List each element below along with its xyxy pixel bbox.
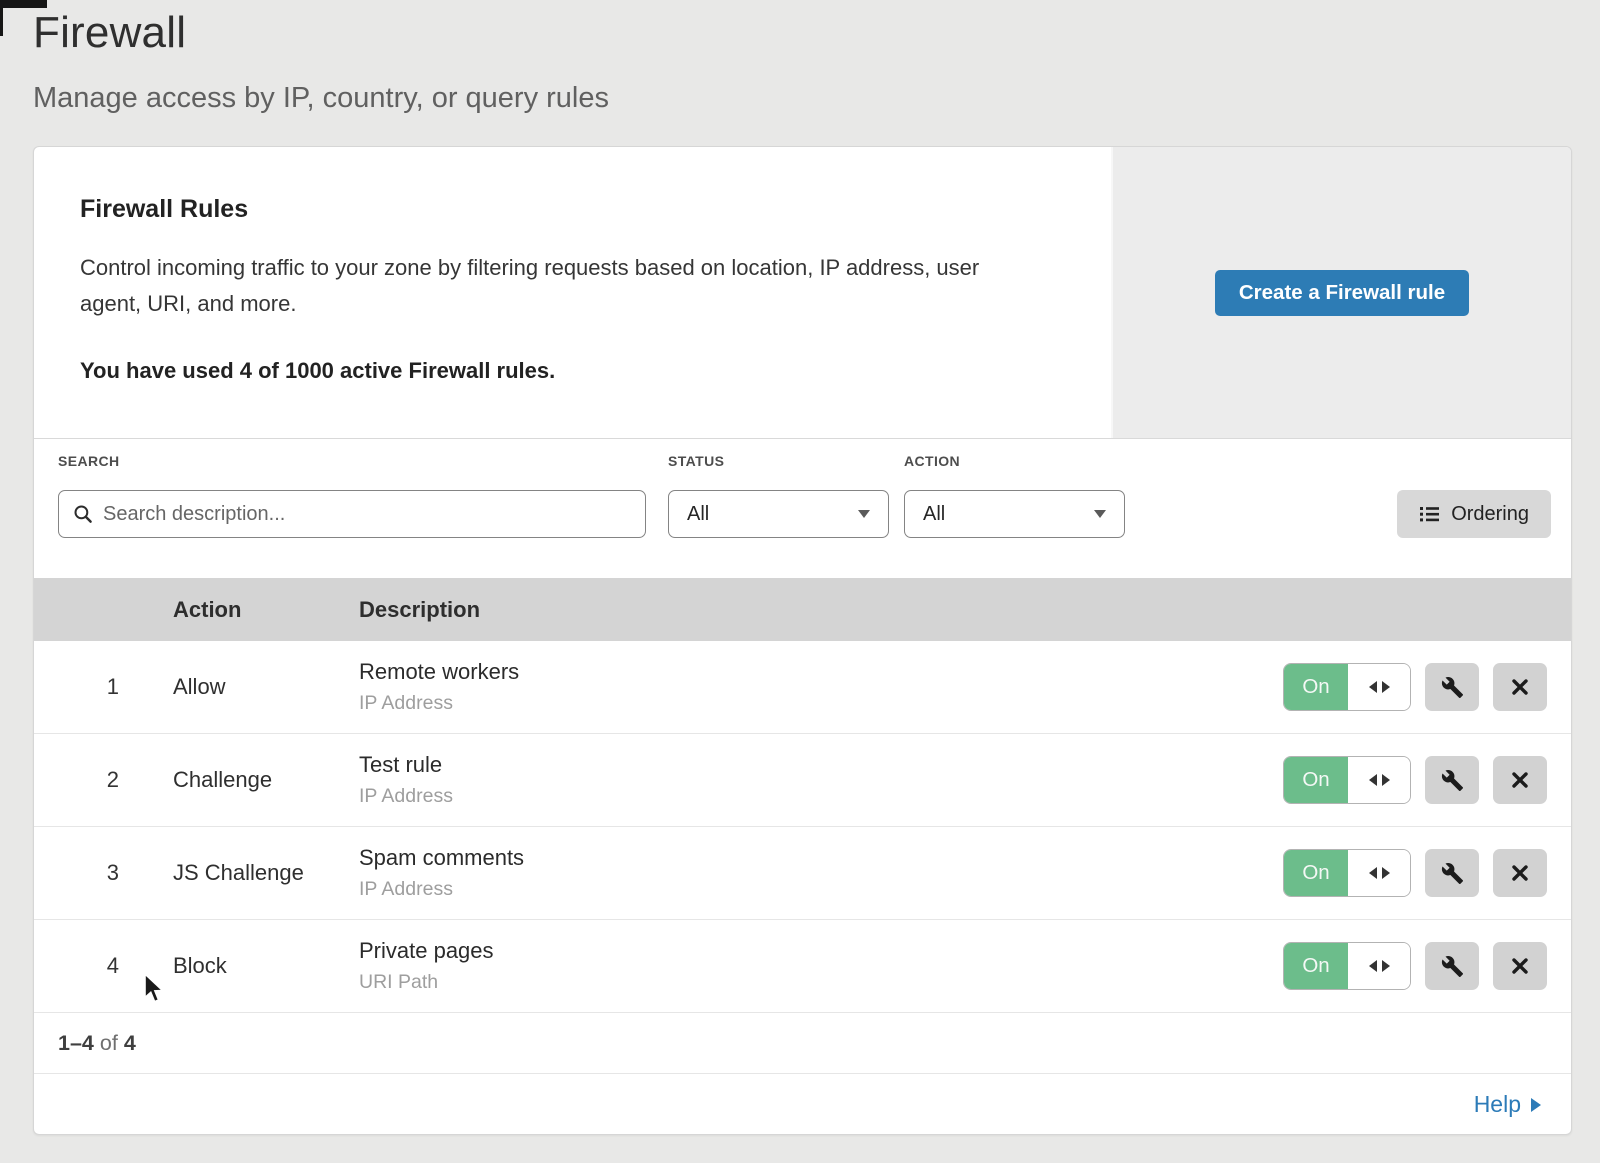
toggle-on-label: On: [1284, 757, 1348, 803]
page-header: Firewall Manage access by IP, country, o…: [33, 8, 609, 115]
page-title: Firewall: [33, 8, 609, 58]
toggle-arrows-icon[interactable]: [1348, 664, 1410, 710]
rule-match-type: URI Path: [359, 971, 1241, 994]
close-icon: [1509, 955, 1531, 977]
rule-priority: 3: [34, 860, 173, 886]
ordering-button-label: Ordering: [1451, 503, 1529, 526]
status-label: STATUS: [668, 453, 724, 469]
edit-rule-button[interactable]: [1425, 942, 1479, 990]
column-header-action: Action: [173, 597, 359, 623]
toggle-arrows-icon[interactable]: [1348, 757, 1410, 803]
rule-match-type: IP Address: [359, 692, 1241, 715]
close-icon: [1509, 862, 1531, 884]
delete-rule-button[interactable]: [1493, 942, 1547, 990]
screenshot-edge-artifact: [0, 0, 47, 8]
wrench-icon: [1441, 676, 1464, 699]
rule-description: Spam comments: [359, 845, 1241, 871]
edit-rule-button[interactable]: [1425, 756, 1479, 804]
search-box[interactable]: [58, 490, 646, 538]
help-link-label: Help: [1474, 1091, 1521, 1118]
rule-action: Block: [173, 953, 359, 979]
toggle-arrows-icon[interactable]: [1348, 850, 1410, 896]
pagination-of: of: [94, 1031, 124, 1056]
search-input[interactable]: [103, 503, 631, 526]
delete-rule-button[interactable]: [1493, 663, 1547, 711]
rule-description: Remote workers: [359, 659, 1241, 685]
triangle-right-icon: [1531, 1098, 1541, 1112]
rule-description: Test rule: [359, 752, 1241, 778]
status-select-value: All: [687, 503, 709, 526]
rule-priority: 2: [34, 767, 173, 793]
rule-enabled-toggle[interactable]: On: [1283, 663, 1411, 711]
page-subtitle: Manage access by IP, country, or query r…: [33, 82, 609, 115]
pagination: 1–4 of 4: [34, 1013, 1571, 1074]
rule-priority: 4: [34, 953, 173, 979]
action-select-value: All: [923, 503, 945, 526]
rule-action: Challenge: [173, 767, 359, 793]
rule-enabled-toggle[interactable]: On: [1283, 942, 1411, 990]
delete-rule-button[interactable]: [1493, 756, 1547, 804]
rules-summary-section: Firewall Rules Control incoming traffic …: [34, 147, 1571, 438]
rule-action: Allow: [173, 674, 359, 700]
column-header-description: Description: [359, 597, 1241, 623]
edit-rule-button[interactable]: [1425, 663, 1479, 711]
chevron-down-icon: [858, 510, 870, 518]
table-row: 1 Allow Remote workers IP Address On: [34, 641, 1571, 734]
close-icon: [1509, 676, 1531, 698]
status-select[interactable]: All: [668, 490, 889, 538]
rules-heading: Firewall Rules: [80, 195, 1051, 224]
help-link[interactable]: Help: [1474, 1091, 1541, 1118]
action-select[interactable]: All: [904, 490, 1125, 538]
table-header: Action Description: [34, 578, 1571, 641]
rule-description: Private pages: [359, 938, 1241, 964]
rules-usage-count: You have used 4 of 1000 active Firewall …: [80, 358, 1051, 384]
delete-rule-button[interactable]: [1493, 849, 1547, 897]
toggle-on-label: On: [1284, 943, 1348, 989]
rule-enabled-toggle[interactable]: On: [1283, 849, 1411, 897]
create-rule-panel: Create a Firewall rule: [1111, 147, 1571, 438]
toggle-arrows-icon[interactable]: [1348, 943, 1410, 989]
chevron-down-icon: [1094, 510, 1106, 518]
close-icon: [1509, 769, 1531, 791]
ordered-list-icon: [1419, 504, 1440, 524]
filter-bar: SEARCH STATUS ACTION All All Ordering: [34, 438, 1571, 578]
rule-match-type: IP Address: [359, 878, 1241, 901]
pagination-total: 4: [124, 1031, 136, 1056]
ordering-button[interactable]: Ordering: [1397, 490, 1551, 538]
create-firewall-rule-button[interactable]: Create a Firewall rule: [1215, 270, 1469, 316]
table-row: 4 Block Private pages URI Path On: [34, 920, 1571, 1013]
screenshot-edge-artifact: [0, 0, 3, 36]
table-row: 3 JS Challenge Spam comments IP Address …: [34, 827, 1571, 920]
card-footer: Help: [34, 1074, 1571, 1135]
pagination-range: 1–4: [58, 1031, 94, 1056]
wrench-icon: [1441, 769, 1464, 792]
rule-priority: 1: [34, 674, 173, 700]
toggle-on-label: On: [1284, 850, 1348, 896]
search-label: SEARCH: [58, 453, 120, 469]
table-row: 2 Challenge Test rule IP Address On: [34, 734, 1571, 827]
rule-match-type: IP Address: [359, 785, 1241, 808]
rule-enabled-toggle[interactable]: On: [1283, 756, 1411, 804]
action-label: ACTION: [904, 453, 960, 469]
wrench-icon: [1441, 955, 1464, 978]
rule-action: JS Challenge: [173, 860, 359, 886]
edit-rule-button[interactable]: [1425, 849, 1479, 897]
search-icon: [73, 504, 93, 524]
wrench-icon: [1441, 862, 1464, 885]
rules-description: Control incoming traffic to your zone by…: [80, 250, 1030, 322]
toggle-on-label: On: [1284, 664, 1348, 710]
firewall-rules-card: Firewall Rules Control incoming traffic …: [33, 146, 1572, 1135]
